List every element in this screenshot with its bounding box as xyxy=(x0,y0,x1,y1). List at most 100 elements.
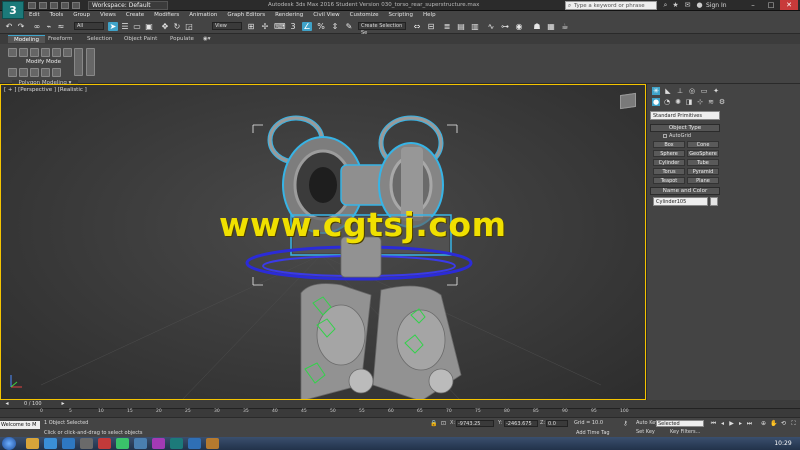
menu-item-customize[interactable]: Customize xyxy=(345,11,384,19)
signin-link[interactable]: Sign In xyxy=(706,1,727,10)
align-icon[interactable]: ⊟ xyxy=(426,22,436,31)
teapot-button[interactable]: Teapot xyxy=(653,177,685,184)
layer-manager-icon[interactable]: ≣ xyxy=(442,22,452,31)
primitive-category-dropdown[interactable]: Standard Primitives xyxy=(650,111,720,120)
menu-item-edit[interactable]: Edit xyxy=(24,11,45,19)
track-bar[interactable]: 0 5 10 15 20 25 30 35 40 45 50 55 60 65 70 75 80 85 90 95 10… xyxy=(0,408,800,417)
stack-up-icon[interactable] xyxy=(19,68,28,77)
menu-item-views[interactable]: Views xyxy=(95,11,121,19)
timeline-prev-icon[interactable]: ◂ xyxy=(2,400,12,408)
open-file-icon[interactable] xyxy=(39,2,47,9)
menu-item-modifiers[interactable]: Modifiers xyxy=(149,11,184,19)
selection-filter-dropdown[interactable]: All xyxy=(74,22,104,30)
viewcube-icon[interactable] xyxy=(620,92,636,110)
render-setup-icon[interactable]: ☗ xyxy=(532,22,542,31)
chrome-app-icon[interactable] xyxy=(116,438,129,449)
select-by-name-icon[interactable]: ☰ xyxy=(120,22,130,31)
unlink-icon[interactable]: ⌁ xyxy=(44,22,54,31)
stack-down-icon[interactable] xyxy=(30,68,39,77)
show-end-result-icon[interactable] xyxy=(41,68,50,77)
key-selection-set-dropdown[interactable]: Selected xyxy=(656,420,704,427)
next-frame-icon[interactable]: ▸ xyxy=(737,420,744,427)
perspective-viewport[interactable]: [ + ] [Perspective ] [Realistic ] www.cg… xyxy=(0,84,646,400)
keyboard-shortcut-icon[interactable]: ⌨ xyxy=(274,22,286,31)
select-object-icon[interactable]: ➤ xyxy=(108,22,118,31)
render-production-icon[interactable]: ☕ xyxy=(560,22,570,31)
pyramid-button[interactable]: Pyramid xyxy=(687,168,719,175)
menu-item-group[interactable]: Group xyxy=(68,11,95,19)
snaps-toggle-icon[interactable]: 3 xyxy=(288,22,298,31)
set-key-mode-icon[interactable]: ⚷ xyxy=(622,420,629,427)
tab-selection[interactable]: Selection xyxy=(87,35,112,43)
panel-pin-icon[interactable] xyxy=(86,48,95,76)
workspace-dropdown[interactable]: Workspace: Default xyxy=(88,1,168,10)
timeline-next-icon[interactable]: ▸ xyxy=(58,400,68,408)
sphere-button[interactable]: Sphere xyxy=(653,150,685,157)
modify-tab-icon[interactable]: ◣ xyxy=(664,87,672,95)
reference-coordinate-dropdown[interactable]: View xyxy=(212,22,242,30)
use-soft-selection-icon[interactable] xyxy=(52,68,61,77)
name-and-color-rollout[interactable]: Name and Color xyxy=(650,187,720,195)
link-icon[interactable]: ∞ xyxy=(32,22,42,31)
user-icon[interactable]: ● xyxy=(696,2,703,9)
geometry-icon[interactable]: ● xyxy=(652,98,660,106)
absolute-mode-icon[interactable]: ⊡ xyxy=(440,420,447,427)
edge-icon[interactable] xyxy=(19,48,28,57)
save-file-icon[interactable] xyxy=(50,2,58,9)
rotate-icon[interactable]: ↻ xyxy=(172,22,182,31)
ribbon-options-icon[interactable]: ◉▾ xyxy=(203,35,211,43)
hierarchy-tab-icon[interactable]: ⊥ xyxy=(676,87,684,95)
display-tab-icon[interactable]: ▭ xyxy=(700,87,708,95)
helpers-icon[interactable]: ⊹ xyxy=(696,98,704,106)
element-icon[interactable] xyxy=(52,48,61,57)
media-icon[interactable] xyxy=(44,438,57,449)
vertex-icon[interactable] xyxy=(8,48,17,57)
edit-named-sets-icon[interactable]: ✎ xyxy=(344,22,354,31)
maximize-viewport-icon[interactable]: ⛶ xyxy=(790,420,797,427)
go-to-end-icon[interactable]: ⏭ xyxy=(746,420,753,427)
z-coordinate-field[interactable]: 0.0 xyxy=(546,420,568,427)
browser-icon[interactable] xyxy=(62,438,75,449)
tab-object-paint[interactable]: Object Paint xyxy=(124,35,157,43)
menu-item-help[interactable]: Help xyxy=(418,11,441,19)
plane-button[interactable]: Plane xyxy=(687,177,719,184)
tab-populate[interactable]: Populate xyxy=(170,35,194,43)
photoshop-app-icon[interactable] xyxy=(152,438,165,449)
lock-selection-icon[interactable]: 🔒 xyxy=(430,420,437,427)
maximize-icon[interactable]: □ xyxy=(762,0,780,10)
object-color-swatch[interactable] xyxy=(710,197,718,206)
spinner-snap-icon[interactable]: ⇕ xyxy=(330,22,340,31)
menu-item-tools[interactable]: Tools xyxy=(45,11,69,19)
mirror-icon[interactable]: ⇔ xyxy=(412,22,422,31)
scale-icon[interactable]: ◲ xyxy=(184,22,194,31)
new-file-icon[interactable] xyxy=(28,2,36,9)
tube-button[interactable]: Tube xyxy=(687,159,719,166)
search-input[interactable]: Type a keyword or phrase xyxy=(565,1,657,10)
select-manipulate-icon[interactable]: ✢ xyxy=(260,22,270,31)
rendered-frame-icon[interactable]: ▦ xyxy=(546,22,556,31)
explorer-icon[interactable] xyxy=(26,438,39,449)
communication-icon[interactable]: ✉ xyxy=(684,2,691,9)
search-go-icon[interactable]: ⌕ xyxy=(662,2,669,9)
geosphere-button[interactable]: GeoSphere xyxy=(687,150,719,157)
pan-icon[interactable]: ✋ xyxy=(770,420,777,427)
subscription-icon[interactable]: ★ xyxy=(672,2,679,9)
tab-modeling[interactable]: Modeling xyxy=(8,35,46,43)
torus-button[interactable]: Torus xyxy=(653,168,685,175)
menu-item-civil-view[interactable]: Civil View xyxy=(308,11,344,19)
key-filters-button[interactable]: Key Filters... xyxy=(670,429,700,435)
previous-frame-icon[interactable]: ◂ xyxy=(719,420,726,427)
pivot-center-icon[interactable]: ⊞ xyxy=(246,22,256,31)
panel-options-icon[interactable] xyxy=(74,48,83,76)
folder-app-icon[interactable] xyxy=(134,438,147,449)
go-to-start-icon[interactable]: ⏮ xyxy=(710,420,717,427)
media-player-icon[interactable] xyxy=(98,438,111,449)
tab-freeform[interactable]: Freeform xyxy=(48,35,73,43)
angle-snap-icon[interactable]: ∠ xyxy=(302,22,312,31)
object-type-rollout[interactable]: Object Type xyxy=(650,124,720,132)
move-icon[interactable]: ✥ xyxy=(160,22,170,31)
named-selection-dropdown[interactable]: Create Selection Se xyxy=(358,22,406,36)
undo-icon[interactable]: ↶ xyxy=(4,22,14,31)
orbit-icon[interactable]: ⟲ xyxy=(780,420,787,427)
schematic-view-icon[interactable]: ⊶ xyxy=(500,22,510,31)
